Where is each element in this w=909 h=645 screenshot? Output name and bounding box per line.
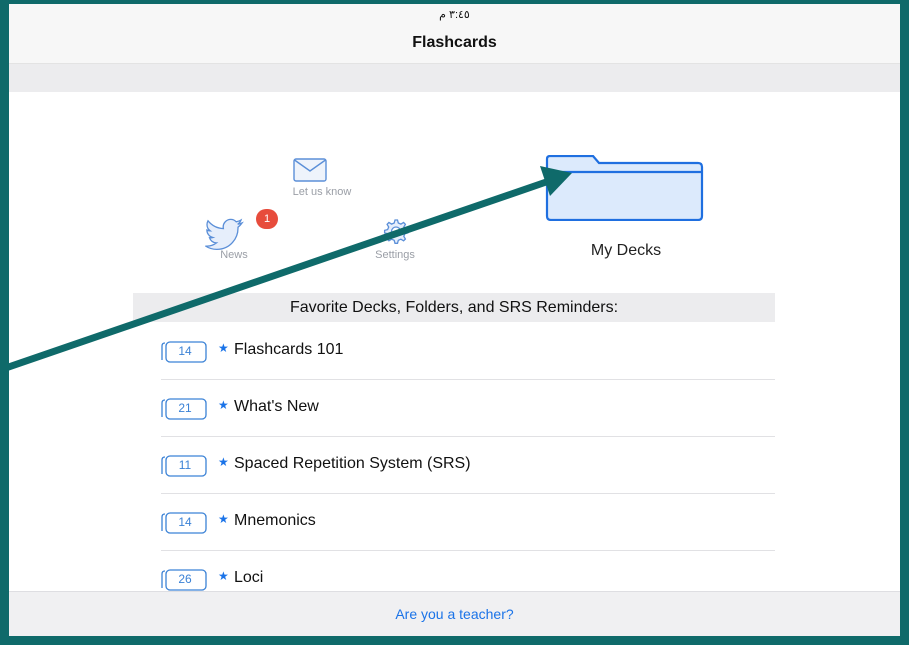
header-band: [9, 64, 900, 92]
main-content: Let us know 1 News Settings My Decks Fav…: [9, 92, 900, 591]
card-count: 14: [178, 344, 192, 358]
star-icon: ★: [218, 569, 229, 583]
news-badge: 1: [256, 209, 278, 229]
list-item[interactable]: 14 ★ Mnemonics: [161, 494, 775, 551]
star-icon: ★: [218, 455, 229, 469]
favorites-list: 14 ★ Flashcards 101 21 ★ What's New 11 ★…: [133, 323, 775, 607]
news-badge-count: 1: [263, 213, 271, 225]
folder-icon: [545, 154, 704, 222]
feedback-button[interactable]: Let us know: [267, 154, 377, 202]
star-icon: ★: [218, 512, 229, 526]
list-item[interactable]: 14 ★ Flashcards 101: [161, 323, 775, 380]
card-count-badge: 21: [161, 398, 207, 420]
deck-name: Spaced Repetition System (SRS): [234, 455, 471, 472]
status-bar: ٣:٤٥ م: [9, 4, 900, 24]
deck-name: Loci: [234, 569, 264, 586]
page-title: Flashcards: [412, 34, 497, 51]
card-count-badge: 11: [161, 455, 207, 477]
gear-icon: [383, 219, 409, 244]
my-decks-label: My Decks: [590, 242, 662, 259]
list-item[interactable]: 21 ★ What's New: [161, 380, 775, 437]
mail-icon: [293, 158, 327, 182]
favorites-header: Favorite Decks, Folders, and SRS Reminde…: [133, 293, 775, 322]
card-count: 11: [178, 458, 192, 472]
deck-name: What's New: [234, 398, 319, 415]
status-time: ٣:٤٥ م: [439, 9, 470, 21]
deck-name: Flashcards 101: [234, 341, 344, 358]
card-count: 21: [178, 401, 192, 415]
teacher-link[interactable]: Are you a teacher?: [395, 606, 513, 622]
card-count: 14: [178, 515, 192, 529]
bottom-toolbar: Are you a teacher?: [9, 591, 900, 636]
news-label: News: [220, 249, 248, 261]
card-count: 26: [178, 572, 192, 586]
card-count-badge: 14: [161, 341, 207, 363]
app-window: ٣:٤٥ م Flashcards Let us know 1 News Set…: [0, 0, 909, 645]
feedback-label: Let us know: [292, 186, 352, 198]
star-icon: ★: [218, 341, 229, 355]
news-button[interactable]: 1 News: [189, 209, 279, 265]
card-count-badge: 26: [161, 569, 207, 591]
list-item[interactable]: 11 ★ Spaced Repetition System (SRS): [161, 437, 775, 494]
nav-bar: Flashcards: [9, 24, 900, 64]
bird-icon: [205, 218, 244, 251]
my-decks-button[interactable]: [545, 154, 705, 255]
star-icon: ★: [218, 398, 229, 412]
deck-name: Mnemonics: [234, 512, 316, 529]
card-count-badge: 14: [161, 512, 207, 534]
settings-button[interactable]: Settings: [349, 217, 439, 265]
settings-label: Settings: [375, 249, 415, 261]
